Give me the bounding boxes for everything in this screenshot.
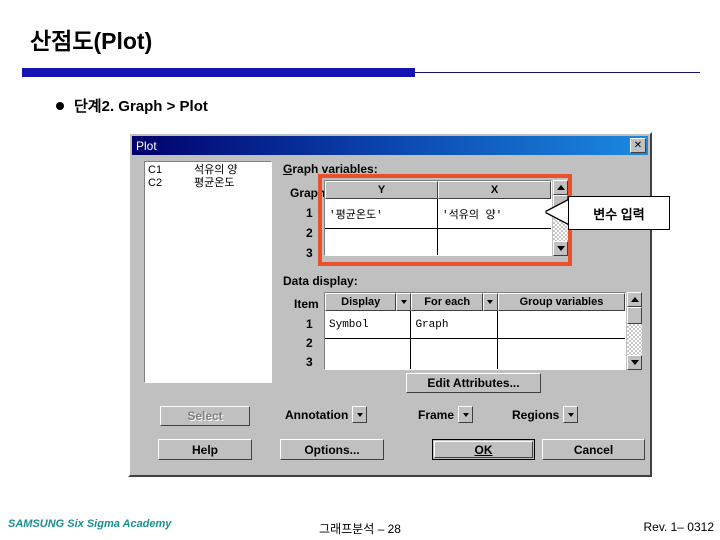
variable-column: C2 xyxy=(148,177,163,189)
data-cell-display-3[interactable] xyxy=(325,354,412,369)
list-item[interactable]: C2 평균온도 xyxy=(148,177,268,190)
ok-label: OK xyxy=(474,442,493,457)
annotation-combo[interactable]: Annotation xyxy=(285,406,368,423)
scrollbar-track[interactable] xyxy=(627,324,642,355)
data-display-label: Data display: xyxy=(283,274,358,288)
cancel-label: Cancel xyxy=(573,442,614,457)
data-grid-scrollbar[interactable] xyxy=(627,292,642,370)
bullet-item-label: 단계2. Graph > Plot xyxy=(74,98,208,115)
data-row-number-3: 3 xyxy=(306,355,313,369)
graph-row-header-label: Graph xyxy=(290,186,326,200)
dialog-title: Plot xyxy=(136,138,157,153)
title-divider-accent-bar xyxy=(22,68,415,77)
scroll-up-icon[interactable] xyxy=(627,292,642,307)
variable-name: 평균온도 xyxy=(194,177,235,189)
options-button[interactable]: Options... xyxy=(280,439,384,460)
ok-button[interactable]: OK xyxy=(432,439,535,460)
variable-list[interactable]: C1 석유의 양 C2 평균온도 xyxy=(144,161,272,383)
graph-row-number-1: 1 xyxy=(306,206,313,220)
callout-annotation: 변수 입력 xyxy=(546,196,670,230)
data-grid-header-group-variables[interactable]: Group variables xyxy=(497,293,625,311)
for-each-dropdown-icon[interactable] xyxy=(482,293,498,311)
graph-grid-header-x[interactable]: X xyxy=(438,181,551,199)
display-dropdown-icon[interactable] xyxy=(396,293,412,311)
table-row[interactable]: Symbol Graph xyxy=(325,311,626,339)
callout-pointer xyxy=(546,200,569,224)
data-cell-foreach-2[interactable] xyxy=(411,339,498,354)
graph-cell-y-3[interactable] xyxy=(325,242,438,255)
graph-row-number-2: 2 xyxy=(306,226,313,240)
graph-grid-body: '평균온도' '석유의 양' xyxy=(325,199,551,255)
data-grid-header-for-each[interactable]: For each xyxy=(411,293,483,311)
variable-column: C1 xyxy=(148,164,163,176)
help-button[interactable]: Help xyxy=(158,439,252,460)
list-item[interactable]: C1 석유의 양 xyxy=(148,164,268,177)
graph-cell-x-3[interactable] xyxy=(438,242,551,255)
scrollbar-thumb[interactable] xyxy=(627,307,642,324)
data-cell-foreach-1[interactable]: Graph xyxy=(411,311,498,339)
title-divider xyxy=(22,68,700,77)
table-row[interactable] xyxy=(325,242,551,255)
graph-cell-y-1[interactable]: '평균온도' xyxy=(325,199,438,229)
graph-grid-header: Y X xyxy=(325,181,551,199)
data-grid-body: Symbol Graph xyxy=(325,311,626,369)
data-cell-foreach-3[interactable] xyxy=(411,354,498,369)
graph-variables-label: Graph variables: xyxy=(283,162,378,176)
page-title: 산점도(Plot) xyxy=(30,28,153,54)
data-cell-group-3[interactable] xyxy=(498,354,625,369)
graph-variables-grid[interactable]: Y X '평균온도' '석유의 양' xyxy=(324,180,552,256)
callout-label: 변수 입력 xyxy=(568,196,670,230)
regions-combo[interactable]: Regions xyxy=(512,406,579,423)
graph-grid-header-y[interactable]: Y xyxy=(325,181,438,199)
frame-combo[interactable]: Frame xyxy=(418,406,474,423)
scroll-up-icon[interactable] xyxy=(553,180,568,195)
data-display-grid[interactable]: Display For each Group variables Symbol … xyxy=(324,292,626,370)
data-row-number-1: 1 xyxy=(306,317,313,331)
chevron-down-icon[interactable] xyxy=(352,406,368,423)
graph-row-number-3: 3 xyxy=(306,246,313,260)
help-label: Help xyxy=(191,442,218,457)
chevron-down-icon[interactable] xyxy=(563,406,579,423)
data-cell-group-1[interactable] xyxy=(497,311,626,339)
scroll-down-icon[interactable] xyxy=(627,355,642,370)
graph-cell-x-1[interactable]: '석유의 양' xyxy=(438,199,551,229)
bullet-dot-icon xyxy=(56,101,64,110)
data-row-number-2: 2 xyxy=(306,336,313,350)
data-cell-display-2[interactable] xyxy=(325,339,412,354)
data-display-row-header-label: Item xyxy=(294,297,319,311)
frame-label: Frame xyxy=(418,407,455,422)
annotation-label: Annotation xyxy=(285,407,349,422)
table-row[interactable] xyxy=(325,229,551,242)
cancel-button[interactable]: Cancel xyxy=(542,439,645,460)
edit-attributes-button[interactable]: Edit Attributes... xyxy=(406,373,541,393)
table-row[interactable] xyxy=(325,339,625,354)
scroll-down-icon[interactable] xyxy=(553,241,568,256)
plot-dialog: Plot ✕ C1 석유의 양 C2 평균온도 Graph variables:… xyxy=(128,132,652,477)
footer-revision: Rev. 1– 0312 xyxy=(643,520,715,534)
data-grid-header: Display For each Group variables xyxy=(325,293,625,311)
footer-page: 그래프분석 – 28 xyxy=(319,522,401,536)
close-icon[interactable]: ✕ xyxy=(630,138,646,153)
data-cell-display-1[interactable]: Symbol xyxy=(325,311,412,339)
regions-label: Regions xyxy=(512,407,560,422)
data-cell-group-2[interactable] xyxy=(498,339,625,354)
edit-attributes-label: Edit Attributes... xyxy=(427,376,520,390)
graph-cell-x-2[interactable] xyxy=(438,229,551,242)
chevron-down-icon[interactable] xyxy=(458,406,474,423)
select-button[interactable]: Select xyxy=(160,406,250,426)
table-row[interactable] xyxy=(325,354,625,369)
options-label: Options... xyxy=(304,442,360,457)
data-grid-header-display[interactable]: Display xyxy=(325,293,397,311)
graph-variables-label-rest: raph variables: xyxy=(292,162,378,176)
variable-name: 석유의 양 xyxy=(194,164,238,176)
bullet-item: 단계2. Graph > Plot xyxy=(56,95,208,116)
select-label: Select xyxy=(187,409,223,423)
table-row[interactable]: '평균온도' '석유의 양' xyxy=(325,199,551,229)
dialog-titlebar[interactable]: Plot ✕ xyxy=(132,136,648,155)
graph-cell-y-2[interactable] xyxy=(325,229,438,242)
